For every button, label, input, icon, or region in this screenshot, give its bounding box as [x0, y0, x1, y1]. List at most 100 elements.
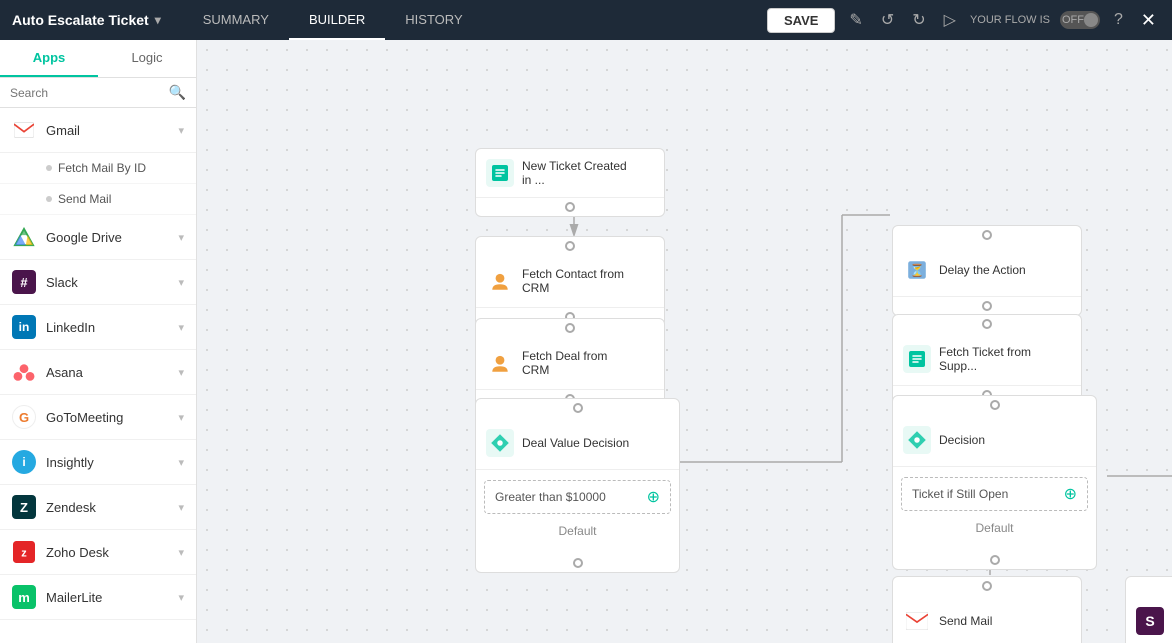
node-decision[interactable]: Decision ✎ 🗑 Ticket if Still Open ⊕ Defa…	[892, 395, 1097, 570]
redo-icon[interactable]: ↻	[908, 6, 929, 34]
fetch-ticket-title: Fetch Ticket from Supp...	[939, 345, 1043, 373]
slack-label: Slack	[46, 275, 178, 290]
slack-chevron-icon: ▾	[178, 276, 184, 289]
deal-decision-branch-1[interactable]: Greater than $10000 ⊕	[484, 480, 671, 514]
topbar-title-area: Auto Escalate Ticket ▾	[0, 12, 173, 28]
zoho-icon: z	[12, 540, 36, 564]
fetch-contact-edit-button[interactable]: ✎	[634, 265, 654, 280]
fetch-ticket-edit-button[interactable]: ✎	[1051, 343, 1071, 358]
googledrive-label: Google Drive	[46, 230, 178, 245]
node-new-ticket-header: New Ticket Created in ... ✎	[476, 149, 664, 198]
fetch-deal-title: Fetch Deal from CRM	[522, 349, 626, 377]
deal-decision-delete-button[interactable]: 🗑	[649, 444, 669, 459]
play-icon[interactable]: ▷	[940, 6, 960, 34]
deal-decision-icon	[486, 429, 514, 457]
sidebar-item-asana[interactable]: Asana ▾	[0, 350, 196, 395]
zendesk-chevron-icon: ▾	[178, 501, 184, 514]
delay-action-bottom-connector	[893, 297, 1081, 315]
search-icon: 🔍	[169, 84, 186, 101]
close-icon[interactable]: ✕	[1137, 6, 1160, 35]
node-send-channel[interactable]: S Send Channel Message ✎ 🗑	[1125, 576, 1172, 643]
fetch-deal-delete-button[interactable]: 🗑	[634, 364, 654, 379]
connector-dot[interactable]	[982, 230, 992, 240]
flow-toggle[interactable]: OFF	[1060, 11, 1100, 29]
sidebar-subitem-sendmail[interactable]: Send Mail	[0, 184, 196, 215]
delay-action-delete-button[interactable]: 🗑	[1051, 271, 1071, 286]
sidebar-tab-apps[interactable]: Apps	[0, 40, 98, 77]
save-button[interactable]: SAVE	[767, 8, 835, 33]
connector-dot[interactable]	[565, 202, 575, 212]
node-deal-decision[interactable]: Deal Value Decision ✎ 🗑 Greater than $10…	[475, 398, 680, 573]
decision-branch-1[interactable]: Ticket if Still Open ⊕	[901, 477, 1088, 511]
topbar: Auto Escalate Ticket ▾ SUMMARY BUILDER H…	[0, 0, 1172, 40]
svg-text:z: z	[21, 547, 27, 559]
node-send-mail-header: Send Mail ✎ 🗑	[893, 595, 1081, 643]
deal-decision-edit-button[interactable]: ✎	[649, 427, 669, 442]
sidebar: Apps Logic 🔍 Gmail ▾ Fetch Mail By ID Se…	[0, 40, 197, 643]
sidebar-item-gotomeeting[interactable]: G GoToMeeting ▾	[0, 395, 196, 440]
search-input[interactable]	[10, 86, 169, 100]
add-branch-icon[interactable]: ⊕	[647, 487, 660, 507]
title-chevron-icon[interactable]: ▾	[155, 13, 161, 27]
zoho-label: Zoho Desk	[46, 545, 178, 560]
node-fetch-contact[interactable]: Fetch Contact from CRM ✎ 🗑	[475, 236, 665, 327]
fetch-ticket-delete-button[interactable]: 🗑	[1051, 360, 1071, 375]
decision-body: Ticket if Still Open ⊕ Default	[893, 467, 1096, 551]
send-mail-edit-button[interactable]: ✎	[1051, 605, 1071, 620]
insightly-label: Insightly	[46, 455, 178, 470]
connector-dot[interactable]	[982, 301, 992, 311]
sidebar-subitem-fetchmail[interactable]: Fetch Mail By ID	[0, 153, 196, 184]
connector-dot[interactable]	[990, 400, 1000, 410]
fetch-contact-delete-button[interactable]: 🗑	[634, 282, 654, 297]
subitem-dot-icon	[46, 165, 52, 171]
edit-icon[interactable]: ✎	[845, 6, 866, 34]
connector-dot[interactable]	[573, 403, 583, 413]
asana-icon	[12, 360, 36, 384]
sidebar-item-googledrive[interactable]: Google Drive ▾	[0, 215, 196, 260]
decision-edit-button[interactable]: ✎	[1066, 424, 1086, 439]
sidebar-search-area: 🔍	[0, 78, 196, 108]
new-ticket-edit-button[interactable]: ✎	[639, 166, 654, 181]
fetch-deal-edit-button[interactable]: ✎	[634, 347, 654, 362]
sidebar-item-zendesk[interactable]: Z Zendesk ▾	[0, 485, 196, 530]
delay-action-top-connector	[893, 226, 1081, 244]
sidebar-item-zoho[interactable]: z Zoho Desk ▾	[0, 530, 196, 575]
delay-action-edit-button[interactable]: ✎	[1051, 254, 1071, 269]
connector-dot[interactable]	[982, 581, 992, 591]
decision-icon	[903, 426, 931, 454]
node-fetch-deal[interactable]: Fetch Deal from CRM ✎ 🗑	[475, 318, 665, 409]
connector-dot[interactable]	[565, 323, 575, 333]
send-mail-delete-button[interactable]: 🗑	[1051, 622, 1071, 637]
decision-delete-button[interactable]: 🗑	[1066, 441, 1086, 456]
sidebar-item-mailerlite[interactable]: m MailerLite ▾	[0, 575, 196, 620]
undo-icon[interactable]: ↺	[877, 6, 898, 34]
toggle-state-label: OFF	[1062, 14, 1084, 26]
sidebar-item-insightly[interactable]: i Insightly ▾	[0, 440, 196, 485]
svg-text:⏳: ⏳	[909, 263, 924, 277]
fetch-contact-icon	[486, 267, 514, 295]
tab-history[interactable]: HISTORY	[385, 0, 482, 40]
tab-builder[interactable]: BUILDER	[289, 0, 385, 40]
mailerlite-chevron-icon: ▾	[178, 591, 184, 604]
add-branch-icon[interactable]: ⊕	[1064, 484, 1077, 504]
sidebar-item-slack[interactable]: # Slack ▾	[0, 260, 196, 305]
node-new-ticket[interactable]: New Ticket Created in ... ✎	[475, 148, 665, 217]
node-send-mail[interactable]: Send Mail ✎ 🗑	[892, 576, 1082, 643]
connector-dot[interactable]	[990, 555, 1000, 565]
node-fetch-ticket[interactable]: Fetch Ticket from Supp... ✎ 🗑	[892, 314, 1082, 405]
deal-decision-default: Default	[484, 518, 671, 544]
tab-summary[interactable]: SUMMARY	[183, 0, 289, 40]
sidebar-item-linkedin[interactable]: in LinkedIn ▾	[0, 305, 196, 350]
sidebar-item-gmail[interactable]: Gmail ▾	[0, 108, 196, 153]
flow-container: New Ticket Created in ... ✎ Fetch Contac…	[197, 40, 1172, 643]
connector-dot[interactable]	[982, 319, 992, 329]
sidebar-tab-logic[interactable]: Logic	[98, 40, 196, 77]
connector-dot[interactable]	[573, 558, 583, 568]
topbar-right: SAVE ✎ ↺ ↻ ▷ YOUR FLOW IS OFF ? ✕	[767, 6, 1172, 35]
gmail-chevron-icon: ▾	[178, 124, 184, 137]
help-icon[interactable]: ?	[1110, 7, 1127, 33]
node-delay-action[interactable]: ⏳ Delay the Action ✎ 🗑	[892, 225, 1082, 316]
deal-decision-bottom-connector	[476, 554, 679, 572]
decision-top-connector	[893, 396, 1096, 414]
connector-dot[interactable]	[565, 241, 575, 251]
